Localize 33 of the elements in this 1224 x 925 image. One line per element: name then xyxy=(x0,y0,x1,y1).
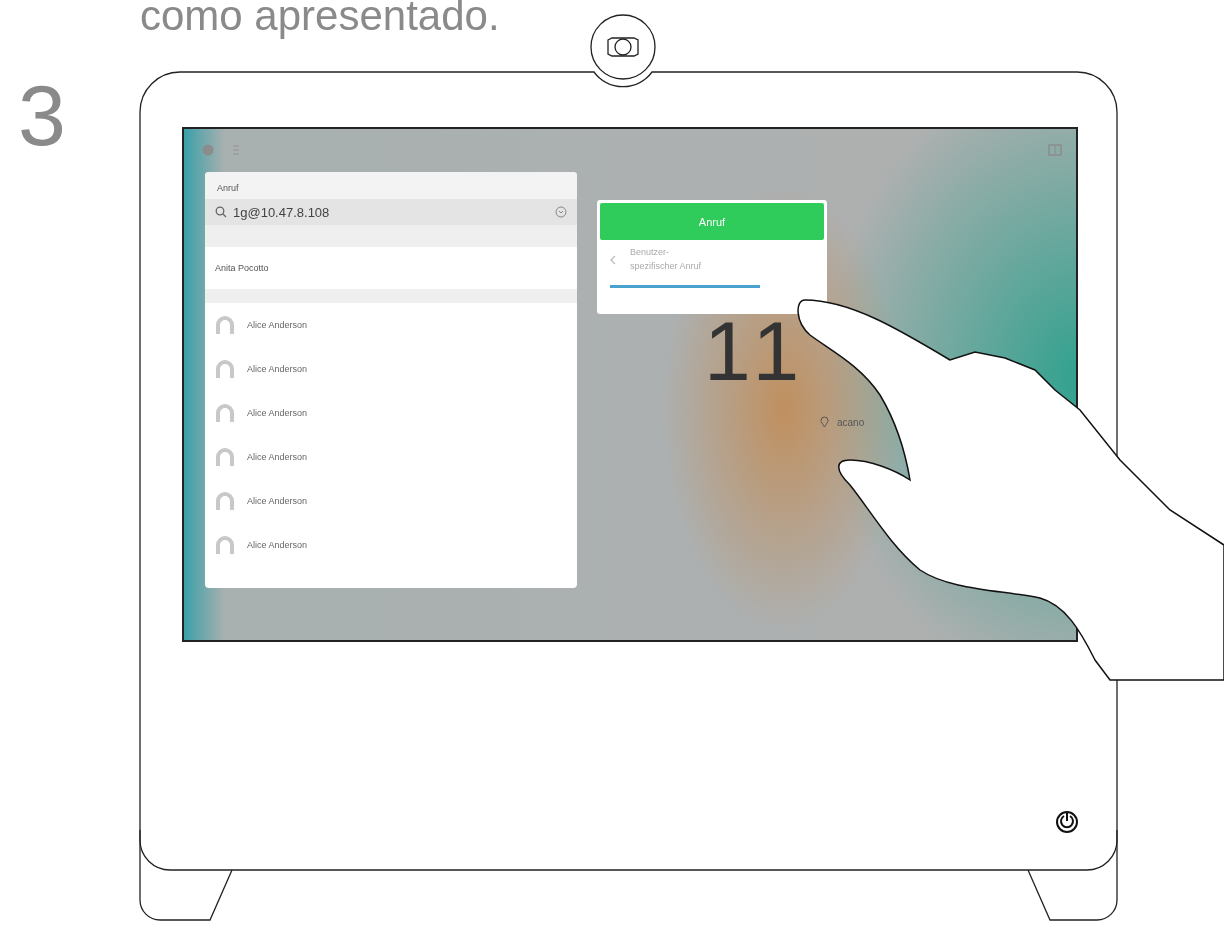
contact-name: Alice Anderson xyxy=(247,364,308,374)
contact-name: Alice Anderson xyxy=(247,452,308,462)
contact-name: Alice Anderson xyxy=(247,540,308,550)
search-field[interactable]: 1g@10.47.8.108 xyxy=(205,199,577,225)
avatar-icon xyxy=(215,360,235,378)
avatar-icon xyxy=(215,492,235,510)
contact-row[interactable]: Alice Anderson xyxy=(205,435,577,479)
contact-name: Alice Anderson xyxy=(247,496,308,506)
instruction-text: como apresentado. xyxy=(140,0,500,40)
avatar-icon xyxy=(215,448,235,466)
contact-row[interactable]: Alice Anderson xyxy=(205,391,577,435)
layout-icon[interactable] xyxy=(1048,144,1062,156)
contact-row[interactable]: Alice Anderson xyxy=(205,523,577,567)
avatar-icon xyxy=(215,316,235,334)
recent-call-row[interactable]: Anita Pocotto xyxy=(205,247,577,289)
avatar-icon xyxy=(215,404,235,422)
panel-title: Anruf xyxy=(205,172,577,199)
clear-icon[interactable] xyxy=(555,206,567,218)
back-chevron-icon[interactable] xyxy=(610,254,616,265)
step-number: 3 xyxy=(18,72,66,158)
contact-row[interactable]: Alice Anderson xyxy=(205,303,577,347)
power-icon[interactable] xyxy=(1056,811,1078,833)
avatar-icon xyxy=(215,536,235,554)
search-value: 1g@10.47.8.108 xyxy=(233,204,331,220)
clock-text: 11 xyxy=(704,309,808,393)
location-pin-icon xyxy=(820,416,829,428)
location-text: acano xyxy=(837,416,865,428)
search-icon xyxy=(215,206,227,218)
contact-name: Anita Pocotto xyxy=(215,263,269,273)
contact-name: Alice Anderson xyxy=(247,408,308,418)
contact-row[interactable]: Alice Anderson xyxy=(205,479,577,523)
contact-row[interactable]: Alice Anderson xyxy=(205,347,577,391)
contact-name: Alice Anderson xyxy=(247,320,308,330)
